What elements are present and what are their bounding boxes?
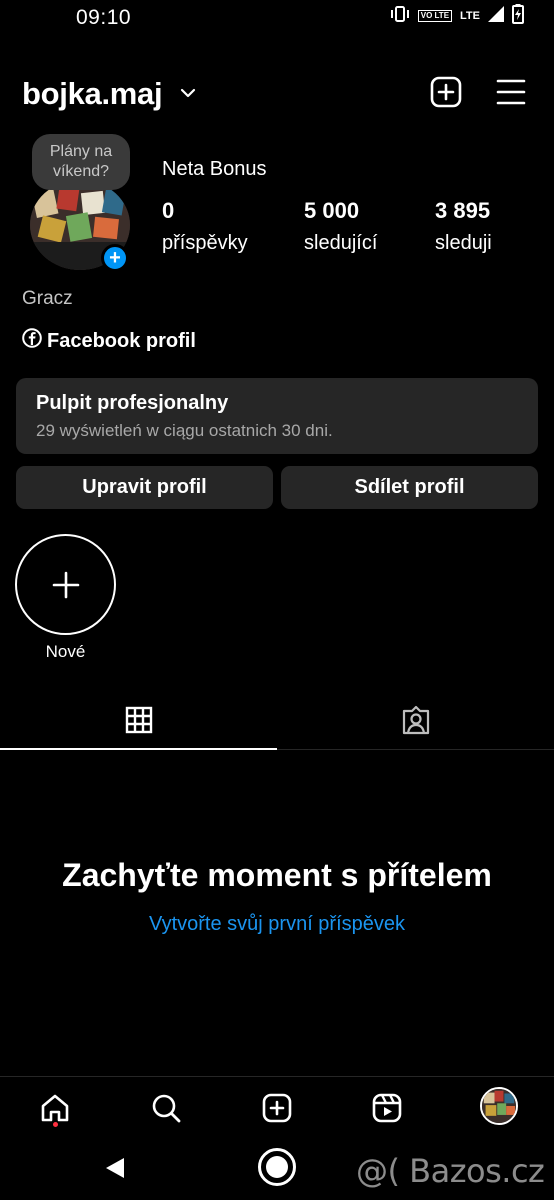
stat-following[interactable]: 3 895 sleduji: [435, 198, 492, 255]
active-tab-indicator: [0, 748, 277, 750]
dashboard-subtitle: 29 wyświetleń w ciągu ostatnich 30 dni.: [36, 421, 333, 440]
create-icon[interactable]: [260, 1091, 294, 1125]
menu-icon[interactable]: [496, 78, 526, 106]
stat-following-value: 3 895: [435, 198, 491, 223]
edit-profile-button[interactable]: Upravit profil: [16, 466, 273, 509]
plus-icon: [52, 571, 79, 598]
back-icon[interactable]: [104, 1156, 126, 1185]
note-bubble[interactable]: Plány na víkend?: [32, 134, 130, 190]
bottom-navigation: [0, 1076, 554, 1138]
reels-icon[interactable]: [370, 1091, 404, 1125]
vibrate-icon: [390, 5, 410, 27]
stat-followers[interactable]: 5 000 sledující: [304, 198, 377, 255]
home-button-inner: [266, 1156, 288, 1178]
facebook-profile-label: Facebook profil: [47, 329, 196, 352]
professional-dashboard[interactable]: Pulpit profesjonalny 29 wyświetleń w cią…: [16, 378, 538, 454]
new-highlight-label: Nové: [45, 642, 86, 661]
facebook-profile-link[interactable]: Facebook profil: [22, 328, 196, 354]
android-navigation-bar: @( Bazos.cz: [0, 1138, 554, 1200]
search-icon[interactable]: [149, 1091, 183, 1125]
volte-icon: VO LTE: [417, 10, 453, 22]
notification-dot: [53, 1122, 58, 1127]
empty-state-title: Zachyťte moment s přítelem: [62, 857, 492, 893]
watermark: @( Bazos.cz: [356, 1152, 545, 1190]
share-profile-button[interactable]: Sdílet profil: [281, 466, 538, 509]
stat-posts-label: příspěvky: [162, 232, 248, 254]
stat-posts: 0 příspěvky: [162, 198, 248, 255]
battery-charging-icon: [512, 3, 524, 29]
lte-signal-icon: LTE: [460, 10, 480, 22]
tab-posts-grid[interactable]: [0, 690, 277, 750]
profile-avatar[interactable]: [480, 1087, 518, 1125]
chevron-down-icon[interactable]: [179, 86, 197, 104]
home-icon[interactable]: [38, 1091, 72, 1125]
tagged-person-icon: [402, 705, 429, 735]
create-plus-icon[interactable]: [430, 76, 462, 108]
status-time: 09:10: [76, 6, 132, 29]
bio-name: Gracz: [22, 288, 73, 309]
stat-followers-value: 5 000: [304, 198, 360, 223]
dashboard-title: Pulpit profesjonalny: [36, 392, 229, 414]
status-bar: 09:10 VO LTE LTE: [0, 0, 554, 34]
add-story-plus-icon[interactable]: +: [101, 244, 129, 272]
stat-following-label: sleduji: [435, 232, 492, 254]
username-switcher[interactable]: bojka.maj: [22, 76, 163, 112]
home-button[interactable]: [258, 1148, 296, 1186]
status-icons: VO LTE LTE: [390, 3, 524, 29]
grid-icon: [125, 706, 152, 734]
profile-tabs: [0, 690, 554, 750]
stat-followers-label: sledující: [304, 232, 378, 254]
create-first-post-link[interactable]: Vytvořte svůj první příspěvek: [0, 913, 554, 936]
new-highlight-button[interactable]: [15, 534, 116, 635]
profile-header: bojka.maj: [0, 70, 554, 116]
facebook-icon: [22, 328, 42, 354]
tab-tagged[interactable]: [277, 690, 554, 750]
stat-posts-value: 0: [162, 198, 175, 223]
display-name: Neta Bonus: [162, 158, 267, 180]
signal-icon: [488, 5, 504, 27]
